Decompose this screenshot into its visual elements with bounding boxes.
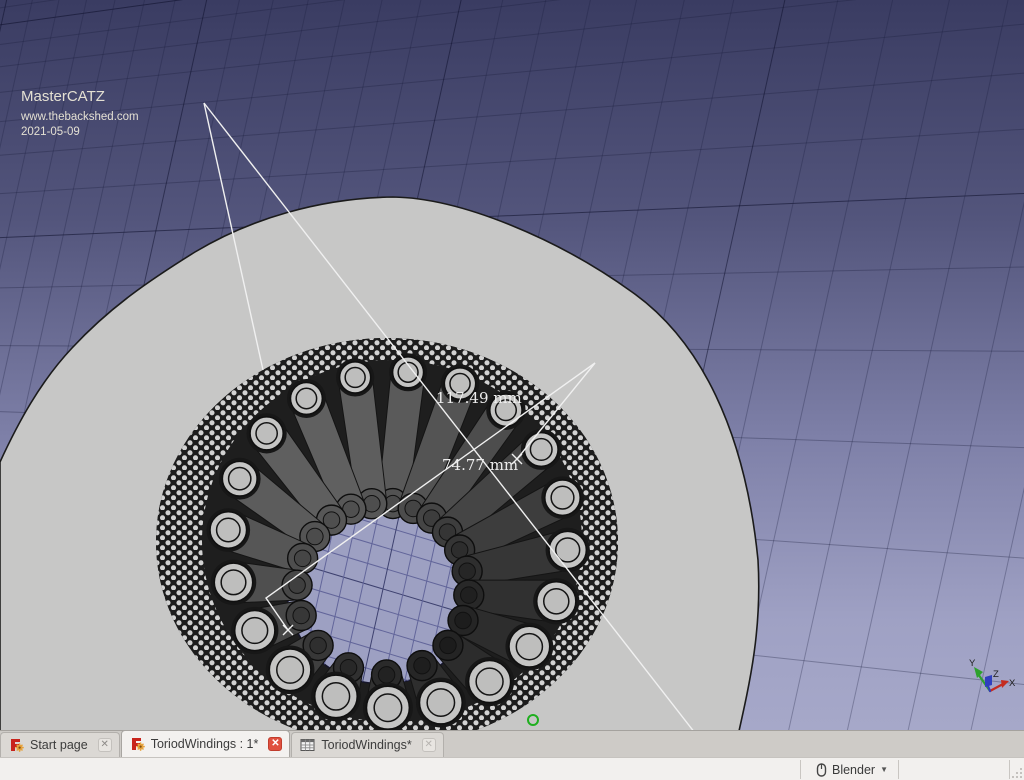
tab-close-button[interactable]: ✕ [98, 738, 112, 752]
tab-close-button[interactable]: ✕ [268, 737, 282, 751]
chevron-down-icon: ▼ [880, 765, 888, 774]
tab-label: ToriodWindings : 1* [151, 737, 259, 751]
tab-toriodwindings-spreadsheet[interactable]: ToriodWindings* ✕ [291, 732, 443, 757]
mouse-icon [816, 763, 827, 777]
watermark-date: 2021-05-09 [21, 126, 80, 138]
statusbar-separator [800, 760, 801, 779]
z-axis-label: Z [993, 669, 999, 680]
freecad-window: 117.49 mm 74.77 mm MasterCATZ www.thebac… [0, 0, 1024, 780]
tab-start-page[interactable]: Start page ✕ [0, 732, 120, 757]
document-tab-bar: Start page ✕ ToriodWindings : 1* ✕ [0, 730, 1024, 757]
spreadsheet-icon [300, 738, 315, 752]
freecad-icon [9, 738, 24, 752]
3d-viewport[interactable]: 117.49 mm 74.77 mm MasterCATZ www.thebac… [0, 0, 1024, 730]
x-axis-label: X [1009, 678, 1016, 689]
freecad-icon [130, 737, 145, 751]
watermark-site: www.thebackshed.com [20, 111, 139, 123]
navigation-style-value: Blender [832, 763, 875, 777]
navigation-style-selector[interactable]: Blender ▼ [806, 760, 898, 779]
tab-label: Start page [30, 738, 88, 752]
tab-label: ToriodWindings* [321, 738, 411, 752]
tab-toriodwindings-3d[interactable]: ToriodWindings : 1* ✕ [121, 730, 291, 757]
measurement-label-outer: 117.49 mm [436, 389, 522, 407]
watermark-author: MasterCATZ [21, 88, 105, 105]
status-bar: Blender ▼ [0, 757, 1024, 780]
3d-scene-canvas[interactable]: 117.49 mm 74.77 mm MasterCATZ www.thebac… [0, 0, 1024, 730]
tab-close-button[interactable]: ✕ [422, 738, 436, 752]
y-axis-label: Y [969, 658, 976, 669]
resize-grip[interactable] [1012, 768, 1022, 778]
measurement-label-inner: 74.77 mm [442, 456, 518, 474]
statusbar-separator [1009, 760, 1010, 779]
statusbar-separator [898, 760, 899, 779]
